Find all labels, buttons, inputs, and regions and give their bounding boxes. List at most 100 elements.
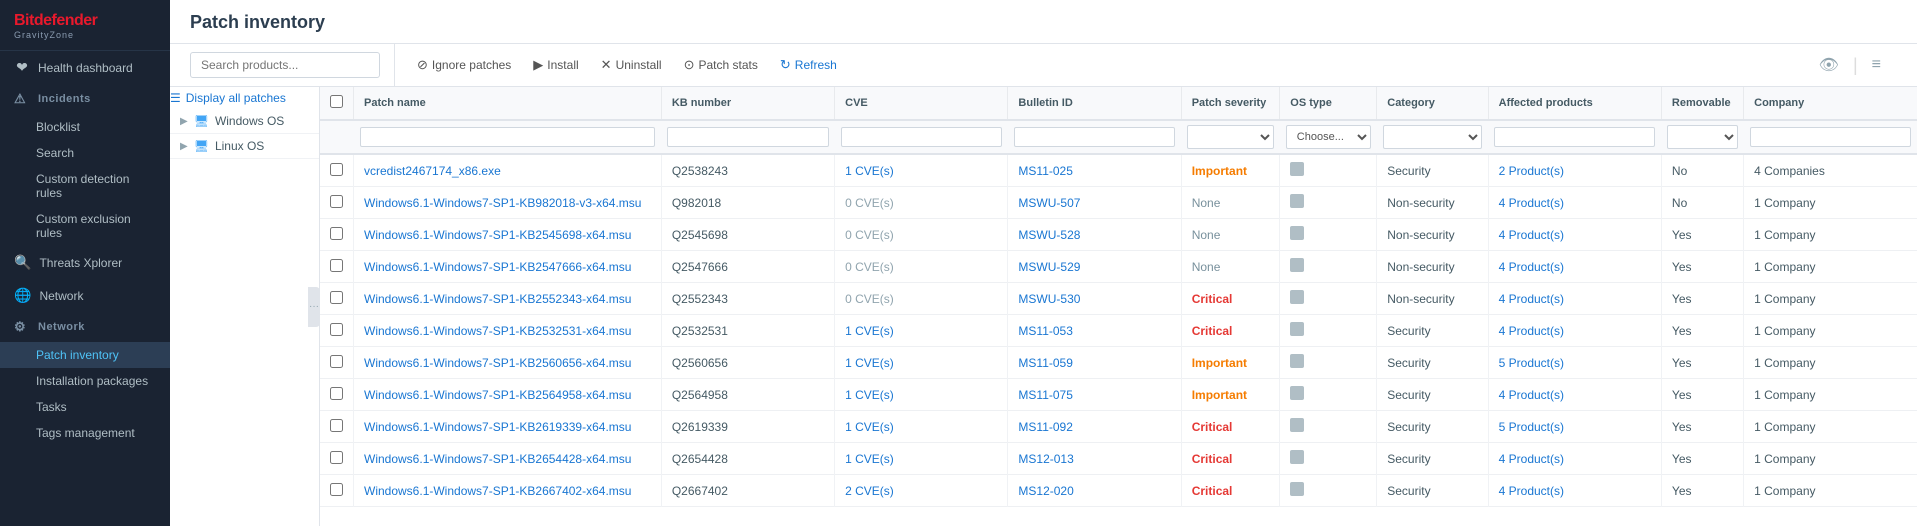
patch-name-link[interactable]: Windows6.1-Windows7-SP1-KB2552343-x64.ms… (364, 292, 631, 306)
cve-value[interactable]: 1 CVE(s) (845, 324, 894, 338)
refresh-button[interactable]: ↻ Refresh (770, 52, 847, 78)
row-checkbox-cell[interactable] (320, 219, 354, 251)
products-link[interactable]: 4 Product(s) (1499, 484, 1564, 498)
cve-value[interactable]: 2 CVE(s) (845, 484, 894, 498)
patch-name-link[interactable]: Windows6.1-Windows7-SP1-KB982018-v3-x64.… (364, 196, 641, 210)
sidebar-item-network-1[interactable]: 🌐 Network (0, 279, 170, 312)
sidebar-item-patch-inventory[interactable]: Patch inventory (0, 342, 170, 368)
row-checkbox-cell[interactable] (320, 251, 354, 283)
cve-value[interactable]: 1 CVE(s) (845, 388, 894, 402)
sidebar-item-threats-xplorer[interactable]: 🔍 Threats Xplorer (0, 246, 170, 279)
cve-value[interactable]: 1 CVE(s) (845, 420, 894, 434)
sidebar-section-network-2[interactable]: ⚙ Network (0, 312, 170, 342)
row-checkbox-cell[interactable] (320, 187, 354, 219)
sidebar-item-installation-packages[interactable]: Installation packages (0, 368, 170, 394)
row-checkbox[interactable] (330, 291, 343, 304)
row-checkbox-cell[interactable] (320, 475, 354, 507)
filter-cve[interactable] (841, 127, 1002, 147)
company-link[interactable]: 4 Companies (1754, 164, 1825, 178)
patch-name-link[interactable]: Windows6.1-Windows7-SP1-KB2532531-x64.ms… (364, 324, 631, 338)
ignore-patches-button[interactable]: ⊘ Ignore patches (407, 52, 521, 78)
patch-name-link[interactable]: Windows6.1-Windows7-SP1-KB2654428-x64.ms… (364, 452, 631, 466)
row-checkbox-cell[interactable] (320, 154, 354, 187)
bulletin-link[interactable]: MS11-053 (1018, 324, 1072, 338)
row-checkbox[interactable] (330, 195, 343, 208)
products-link[interactable]: 5 Product(s) (1499, 356, 1564, 370)
products-link[interactable]: 4 Product(s) (1499, 292, 1564, 306)
company-link[interactable]: 1 Company (1754, 260, 1815, 274)
company-link[interactable]: 1 Company (1754, 484, 1815, 498)
install-button[interactable]: ▶ Install (523, 52, 588, 78)
bulletin-link[interactable]: MS12-020 (1018, 484, 1073, 498)
sidebar-item-health-dashboard[interactable]: ❤ Health dashboard (0, 51, 170, 84)
cve-value[interactable]: 1 CVE(s) (845, 356, 894, 370)
products-link[interactable]: 4 Product(s) (1499, 196, 1564, 210)
filter-bulletin[interactable] (1014, 127, 1175, 147)
filter-products[interactable] (1494, 127, 1655, 147)
products-link[interactable]: 4 Product(s) (1499, 388, 1564, 402)
tree-item-linux[interactable]: ▶ 🖥 Linux OS (170, 134, 319, 159)
row-checkbox-cell[interactable] (320, 379, 354, 411)
bulletin-link[interactable]: MSWU-530 (1018, 292, 1080, 306)
cve-value[interactable]: 1 CVE(s) (845, 452, 894, 466)
products-link[interactable]: 4 Product(s) (1499, 228, 1564, 242)
sidebar-item-tags-management[interactable]: Tags management (0, 420, 170, 446)
filter-severity[interactable]: Critical Important None (1187, 125, 1274, 149)
products-link[interactable]: 2 Product(s) (1499, 164, 1564, 178)
patch-name-link[interactable]: Windows6.1-Windows7-SP1-KB2545698-x64.ms… (364, 228, 631, 242)
bulletin-link[interactable]: MSWU-529 (1018, 260, 1080, 274)
sidebar-item-custom-exclusion[interactable]: Custom exclusion rules (0, 206, 170, 246)
patch-stats-button[interactable]: ⊙ Patch stats (674, 52, 768, 78)
company-link[interactable]: 1 Company (1754, 196, 1815, 210)
filter-patch-name[interactable] (360, 127, 656, 147)
products-link[interactable]: 4 Product(s) (1499, 260, 1564, 274)
bulletin-link[interactable]: MS11-092 (1018, 420, 1072, 434)
patch-name-link[interactable]: Windows6.1-Windows7-SP1-KB2547666-x64.ms… (364, 260, 631, 274)
cve-value[interactable]: 1 CVE(s) (845, 164, 894, 178)
patch-name-link[interactable]: Windows6.1-Windows7-SP1-KB2619339-x64.ms… (364, 420, 631, 434)
uninstall-button[interactable]: ✕ Uninstall (591, 52, 672, 78)
bulletin-link[interactable]: MS11-059 (1018, 356, 1072, 370)
bulletin-link[interactable]: MSWU-507 (1018, 196, 1080, 210)
row-checkbox-cell[interactable] (320, 443, 354, 475)
products-link[interactable]: 4 Product(s) (1499, 452, 1564, 466)
row-checkbox[interactable] (330, 259, 343, 272)
company-link[interactable]: 1 Company (1754, 356, 1815, 370)
company-link[interactable]: 1 Company (1754, 324, 1815, 338)
row-checkbox[interactable] (330, 227, 343, 240)
sidebar-item-search[interactable]: Search (0, 140, 170, 166)
filter-category[interactable]: Security Non-security (1383, 125, 1482, 149)
bulletin-link[interactable]: MS12-013 (1018, 452, 1073, 466)
company-link[interactable]: 1 Company (1754, 420, 1815, 434)
select-all-header[interactable] (320, 87, 354, 120)
row-checkbox-cell[interactable] (320, 315, 354, 347)
row-checkbox[interactable] (330, 387, 343, 400)
row-checkbox-cell[interactable] (320, 283, 354, 315)
filter-company[interactable] (1750, 127, 1911, 147)
filter-os-type[interactable]: Choose... (1286, 125, 1371, 149)
bulletin-link[interactable]: MSWU-528 (1018, 228, 1080, 242)
sidebar-section-incidents[interactable]: ⚠ Incidents (0, 84, 170, 114)
row-checkbox-cell[interactable] (320, 411, 354, 443)
patch-name-link[interactable]: Windows6.1-Windows7-SP1-KB2564958-x64.ms… (364, 388, 631, 402)
display-all-link[interactable]: ☰ Display all patches (170, 87, 319, 109)
patch-name-link[interactable]: vcredist2467174_x86.exe (364, 164, 501, 178)
sidebar-item-tasks[interactable]: Tasks (0, 394, 170, 420)
columns-icon[interactable]: ≡ (1868, 52, 1885, 78)
filter-kb[interactable] (667, 127, 828, 147)
search-products-input[interactable] (190, 52, 380, 78)
products-link[interactable]: 5 Product(s) (1499, 420, 1564, 434)
company-link[interactable]: 1 Company (1754, 228, 1815, 242)
sidebar-item-blocklist[interactable]: Blocklist (0, 114, 170, 140)
patch-name-link[interactable]: Windows6.1-Windows7-SP1-KB2560656-x64.ms… (364, 356, 631, 370)
products-link[interactable]: 4 Product(s) (1499, 324, 1564, 338)
tree-item-windows[interactable]: ▶ 🖥 Windows OS (170, 109, 319, 134)
row-checkbox[interactable] (330, 483, 343, 496)
row-checkbox[interactable] (330, 451, 343, 464)
sidebar-item-custom-detection[interactable]: Custom detection rules (0, 166, 170, 206)
bulletin-link[interactable]: MS11-075 (1018, 388, 1072, 402)
row-checkbox[interactable] (330, 163, 343, 176)
filter-removable[interactable]: Yes No (1667, 125, 1737, 149)
patch-name-link[interactable]: Windows6.1-Windows7-SP1-KB2667402-x64.ms… (364, 484, 631, 498)
row-checkbox-cell[interactable] (320, 347, 354, 379)
